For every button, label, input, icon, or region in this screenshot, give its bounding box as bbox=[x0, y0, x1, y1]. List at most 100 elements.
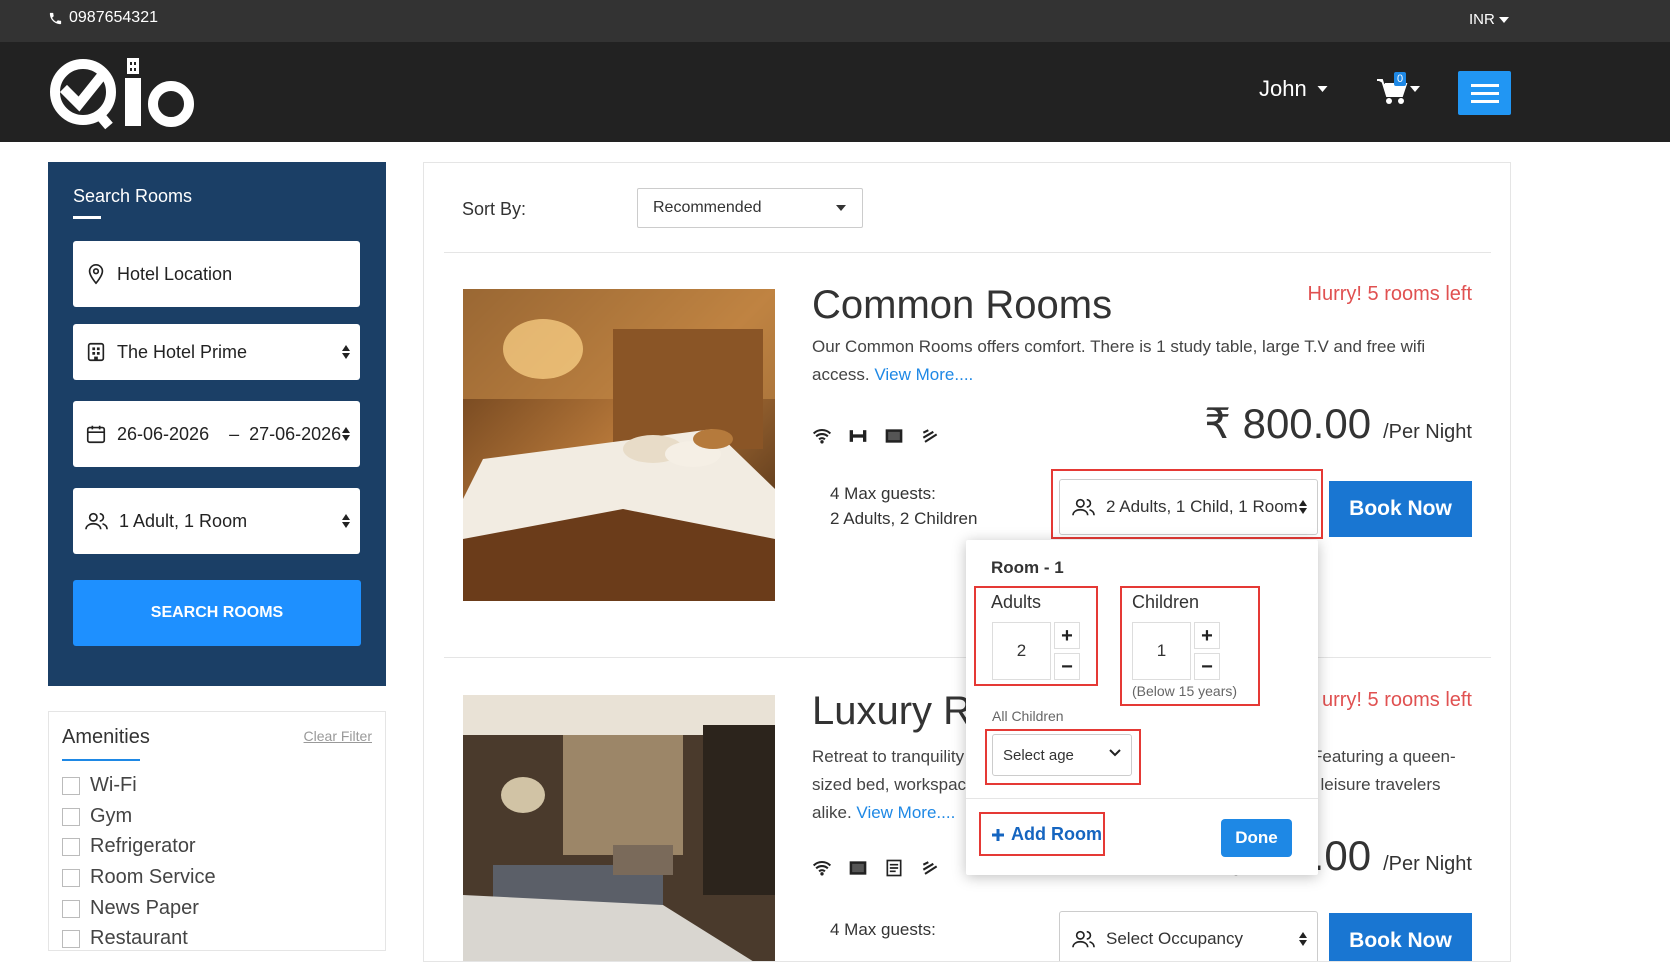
sort-select[interactable]: Recommended bbox=[637, 188, 863, 228]
adults-increment-button[interactable]: + bbox=[1054, 622, 1080, 649]
price-unit: /Per Night bbox=[1383, 853, 1472, 875]
sort-value: Recommended bbox=[653, 199, 762, 216]
sort-arrows-icon bbox=[342, 514, 350, 528]
room-occupancy-select[interactable]: 2 Adults, 1 Child, 1 Room bbox=[1059, 479, 1318, 535]
checkbox[interactable] bbox=[62, 929, 80, 948]
amenity-label: Room Service bbox=[90, 866, 216, 888]
sort-arrows-icon bbox=[1299, 500, 1307, 514]
room-service-icon bbox=[922, 429, 938, 443]
amenity-wifi[interactable]: Wi-Fi bbox=[62, 774, 137, 797]
adults-counter: 2 + − bbox=[992, 622, 1080, 680]
checkbox[interactable] bbox=[62, 807, 80, 826]
description-line: alike. View More.... bbox=[812, 799, 972, 827]
rooms-left-alert: Hurry! 5 rooms left bbox=[1307, 283, 1472, 305]
price-unit: /Per Night bbox=[1383, 421, 1472, 443]
all-children-label: All Children bbox=[992, 708, 1064, 724]
room-occupancy-select[interactable]: Select Occupancy bbox=[1059, 911, 1318, 961]
done-button[interactable]: Done bbox=[1221, 819, 1292, 857]
room-image-common[interactable] bbox=[463, 289, 775, 601]
amenity-room-service[interactable]: Room Service bbox=[62, 866, 216, 889]
checkbox[interactable] bbox=[62, 776, 80, 795]
adults-value[interactable]: 2 bbox=[992, 622, 1051, 680]
book-now-button[interactable]: Book Now bbox=[1329, 481, 1472, 537]
cart-button[interactable]: 0 bbox=[1376, 72, 1422, 108]
room-amenity-icons bbox=[812, 859, 940, 877]
location-placeholder: Hotel Location bbox=[117, 263, 233, 284]
hamburger-menu-button[interactable] bbox=[1458, 71, 1511, 115]
top-bar: 0987654321 INR bbox=[0, 0, 1670, 42]
site-logo[interactable] bbox=[47, 54, 203, 130]
occupancy-select[interactable]: 1 Adult, 1 Room bbox=[73, 488, 360, 554]
book-now-button[interactable]: Book Now bbox=[1329, 913, 1472, 961]
children-decrement-button[interactable]: − bbox=[1194, 653, 1220, 680]
user-menu[interactable]: John bbox=[1259, 76, 1328, 102]
date-range-input[interactable]: 26-06-2026 – 27-06-2026 bbox=[73, 401, 360, 467]
calendar-icon bbox=[86, 425, 106, 444]
clear-filter-link[interactable]: Clear Filter bbox=[304, 728, 372, 744]
popup-room-title: Room - 1 bbox=[991, 558, 1064, 577]
title-underline bbox=[73, 216, 101, 219]
checkbox[interactable] bbox=[62, 837, 80, 856]
phone-number: 0987654321 bbox=[69, 9, 158, 26]
adults-label: Adults bbox=[991, 592, 1042, 612]
children-increment-button[interactable]: + bbox=[1194, 622, 1220, 649]
gym-icon bbox=[849, 430, 867, 442]
site-header: John 0 bbox=[0, 42, 1670, 142]
tv-icon bbox=[849, 861, 867, 875]
phone-contact[interactable]: 0987654321 bbox=[48, 9, 158, 27]
checkout-date: 27-06-2026 bbox=[249, 423, 342, 444]
wifi-icon bbox=[812, 429, 832, 444]
sort-arrows-icon bbox=[1299, 932, 1307, 946]
amenity-label: Wi-Fi bbox=[90, 774, 137, 796]
room-title[interactable]: Common Rooms bbox=[812, 283, 1112, 328]
room-image-luxury[interactable] bbox=[463, 695, 775, 961]
occupancy-placeholder: Select Occupancy bbox=[1106, 929, 1244, 948]
search-rooms-button[interactable]: SEARCH ROOMS bbox=[73, 580, 361, 646]
children-value[interactable]: 1 bbox=[1132, 622, 1191, 680]
hotel-location-input[interactable]: Hotel Location bbox=[73, 241, 360, 307]
age-placeholder: Select age bbox=[1003, 746, 1074, 764]
room-amenity-icons bbox=[812, 427, 940, 445]
sort-arrows-icon bbox=[342, 427, 350, 441]
description-text: alike. bbox=[812, 803, 852, 822]
max-guests-breakdown: 2 Adults, 2 Children bbox=[830, 509, 978, 528]
description-line: Retreat to tranquility bbox=[812, 747, 965, 766]
add-room-label: Add Room bbox=[1011, 824, 1102, 844]
max-guests-info: 4 Max guests: 2 Adults, 2 Children bbox=[830, 481, 977, 531]
currency-selector[interactable]: INR bbox=[1469, 11, 1509, 28]
hotel-name: The Hotel Prime bbox=[117, 341, 248, 362]
phone-icon bbox=[49, 12, 62, 24]
sort-arrows-icon bbox=[342, 345, 350, 359]
checkbox[interactable] bbox=[62, 868, 80, 887]
view-more-link[interactable]: View More.... bbox=[874, 365, 973, 384]
room-description: Retreat to tranquility sized bed, worksp… bbox=[812, 743, 972, 827]
wifi-icon bbox=[812, 861, 832, 876]
search-rooms-panel: Search Rooms Hotel Location The Hotel Pr… bbox=[48, 162, 386, 686]
amenities-filter: Amenities Clear Filter Wi-Fi Gym Refrige… bbox=[48, 711, 386, 951]
amenity-news-paper[interactable]: News Paper bbox=[62, 897, 199, 920]
location-pin-icon bbox=[88, 264, 104, 285]
view-more-link[interactable]: View More.... bbox=[856, 803, 955, 822]
price-amount: ₹ 800.00 bbox=[1204, 400, 1372, 447]
add-room-button[interactable]: Add Room bbox=[991, 824, 1102, 845]
tv-icon bbox=[885, 429, 903, 443]
child-age-select[interactable]: Select age bbox=[992, 734, 1132, 776]
title-underline bbox=[62, 759, 140, 761]
checkbox[interactable] bbox=[62, 899, 80, 918]
adults-decrement-button[interactable]: − bbox=[1054, 653, 1080, 680]
users-icon bbox=[85, 512, 108, 530]
room-title[interactable]: Luxury R bbox=[812, 689, 972, 734]
occupancy-value: 1 Adult, 1 Room bbox=[119, 510, 248, 531]
amenity-restaurant[interactable]: Restaurant bbox=[62, 927, 188, 950]
room-price: ₹ 800.00 /Per Night bbox=[1204, 399, 1472, 448]
room-description: Our Common Rooms offers comfort. There i… bbox=[812, 333, 1472, 389]
amenity-label: Restaurant bbox=[90, 927, 188, 949]
currency-label: INR bbox=[1469, 11, 1495, 28]
amenity-refrigerator[interactable]: Refrigerator bbox=[62, 835, 196, 858]
amenity-gym[interactable]: Gym bbox=[62, 805, 132, 828]
date-separator: – bbox=[229, 423, 240, 444]
building-icon bbox=[87, 342, 105, 362]
hotel-select[interactable]: The Hotel Prime bbox=[73, 324, 360, 380]
amenities-title: Amenities bbox=[62, 726, 150, 748]
children-age-note: (Below 15 years) bbox=[1132, 683, 1238, 699]
